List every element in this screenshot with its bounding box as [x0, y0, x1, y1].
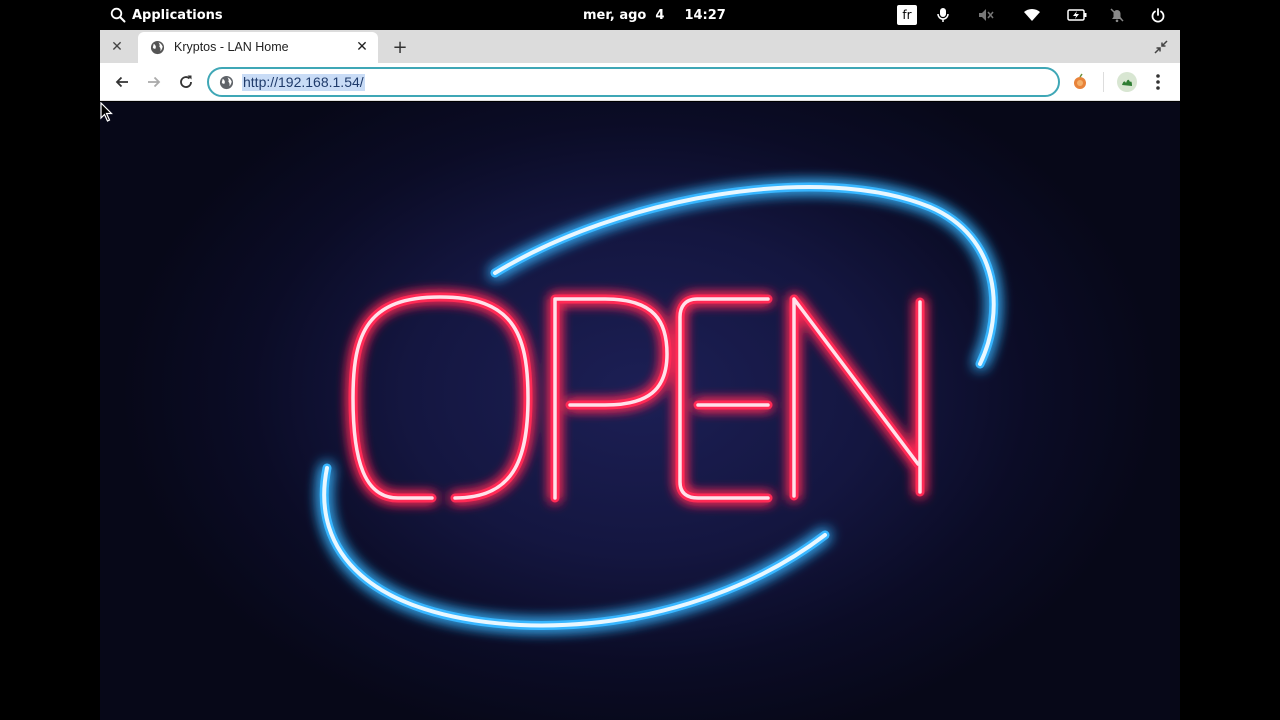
tab-strip: ✕ Kryptos - LAN Home ✕ + — [100, 30, 1180, 63]
reload-icon[interactable] — [176, 72, 196, 92]
speaker-muted-icon[interactable] — [977, 0, 995, 30]
globe-icon — [150, 40, 165, 59]
forward-arrow-icon[interactable] — [144, 72, 164, 92]
menu-icon[interactable] — [1146, 70, 1170, 94]
site-info-icon[interactable] — [219, 75, 234, 94]
tab-kryptos-lan-home[interactable]: Kryptos - LAN Home ✕ — [138, 32, 378, 63]
mouse-cursor-icon — [100, 102, 113, 122]
microphone-icon[interactable] — [934, 0, 952, 30]
battery-charging-icon[interactable] — [1066, 0, 1088, 30]
url-text: http://192.168.1.54/ — [242, 74, 365, 91]
notifications-off-icon[interactable] — [1108, 0, 1126, 30]
neon-open-letters — [348, 292, 925, 503]
keyboard-layout-indicator[interactable]: fr — [897, 5, 917, 25]
profile-icon[interactable] — [1115, 70, 1139, 94]
toolbar-divider — [1103, 72, 1104, 92]
search-icon — [110, 7, 126, 23]
date-text: mer, ago 4 — [583, 7, 665, 23]
tab-close-icon[interactable]: ✕ — [354, 39, 370, 55]
wifi-icon[interactable] — [1022, 0, 1042, 30]
power-icon[interactable] — [1149, 0, 1167, 30]
close-window-icon[interactable]: ✕ — [108, 38, 126, 56]
browser-toolbar: http://192.168.1.54/ — [100, 63, 1180, 101]
time-text: 14:27 — [684, 7, 726, 23]
restore-window-icon[interactable] — [1153, 39, 1169, 55]
neon-ring — [319, 182, 999, 630]
page-content — [100, 102, 1180, 720]
address-bar[interactable]: http://192.168.1.54/ — [207, 67, 1060, 97]
clock[interactable]: mer, ago 4 14:27 — [583, 0, 726, 30]
neon-open-sign-image — [319, 182, 999, 630]
top-bar: Applications mer, ago 4 14:27 fr — [0, 0, 1280, 30]
applications-label: Applications — [132, 7, 223, 23]
browser-window: ✕ Kryptos - LAN Home ✕ + http://192.168.… — [100, 30, 1180, 720]
applications-menu[interactable]: Applications — [110, 0, 223, 30]
extension-icon[interactable] — [1068, 70, 1092, 94]
back-arrow-icon[interactable] — [112, 72, 132, 92]
new-tab-button[interactable]: + — [390, 37, 410, 58]
tab-title: Kryptos - LAN Home — [174, 40, 289, 54]
